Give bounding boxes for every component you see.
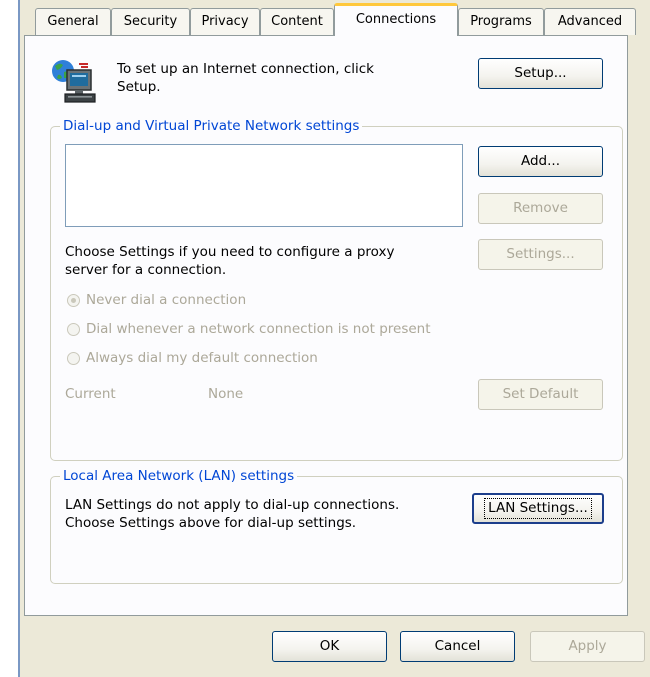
setup-instruction-line2: Setup. <box>117 79 161 95</box>
proxy-settings-instruction-line1: Choose Settings if you need to configure… <box>65 244 395 260</box>
connection-settings-button[interactable]: Settings... <box>478 239 603 270</box>
lan-info-line2: Choose Settings above for dial-up settin… <box>65 515 357 531</box>
dialup-vpn-group-title: Dial-up and Virtual Private Network sett… <box>60 118 363 134</box>
lan-settings-group-title: Local Area Network (LAN) settings <box>60 468 298 484</box>
radio-dial-when-no-network-label: Dial whenever a network connection is no… <box>86 321 431 337</box>
setup-button[interactable]: Setup... <box>478 58 603 89</box>
radio-never-dial-label: Never dial a connection <box>86 292 247 308</box>
proxy-settings-instruction-line2: server for a connection. <box>65 262 227 278</box>
setup-instruction-line1: To set up an Internet connection, click <box>117 61 374 77</box>
radio-never-dial[interactable] <box>67 294 80 307</box>
add-connection-button[interactable]: Add... <box>478 146 603 177</box>
remove-connection-button[interactable]: Remove <box>478 193 603 224</box>
radio-dial-when-no-network[interactable] <box>67 323 80 336</box>
dialup-connections-list[interactable] <box>65 144 463 227</box>
lan-settings-button-label: LAN Settings... <box>484 498 592 519</box>
set-default-button[interactable]: Set Default <box>478 379 603 410</box>
network-globe-computer-icon <box>52 60 96 103</box>
current-connection-label: Current <box>65 386 116 402</box>
radio-always-dial-default-label: Always dial my default connection <box>86 350 318 366</box>
lan-settings-button[interactable]: LAN Settings... <box>472 493 604 524</box>
radio-always-dial-default[interactable] <box>67 352 80 365</box>
lan-info-line1: LAN Settings do not apply to dial-up con… <box>65 497 400 513</box>
current-connection-value: None <box>208 386 244 402</box>
